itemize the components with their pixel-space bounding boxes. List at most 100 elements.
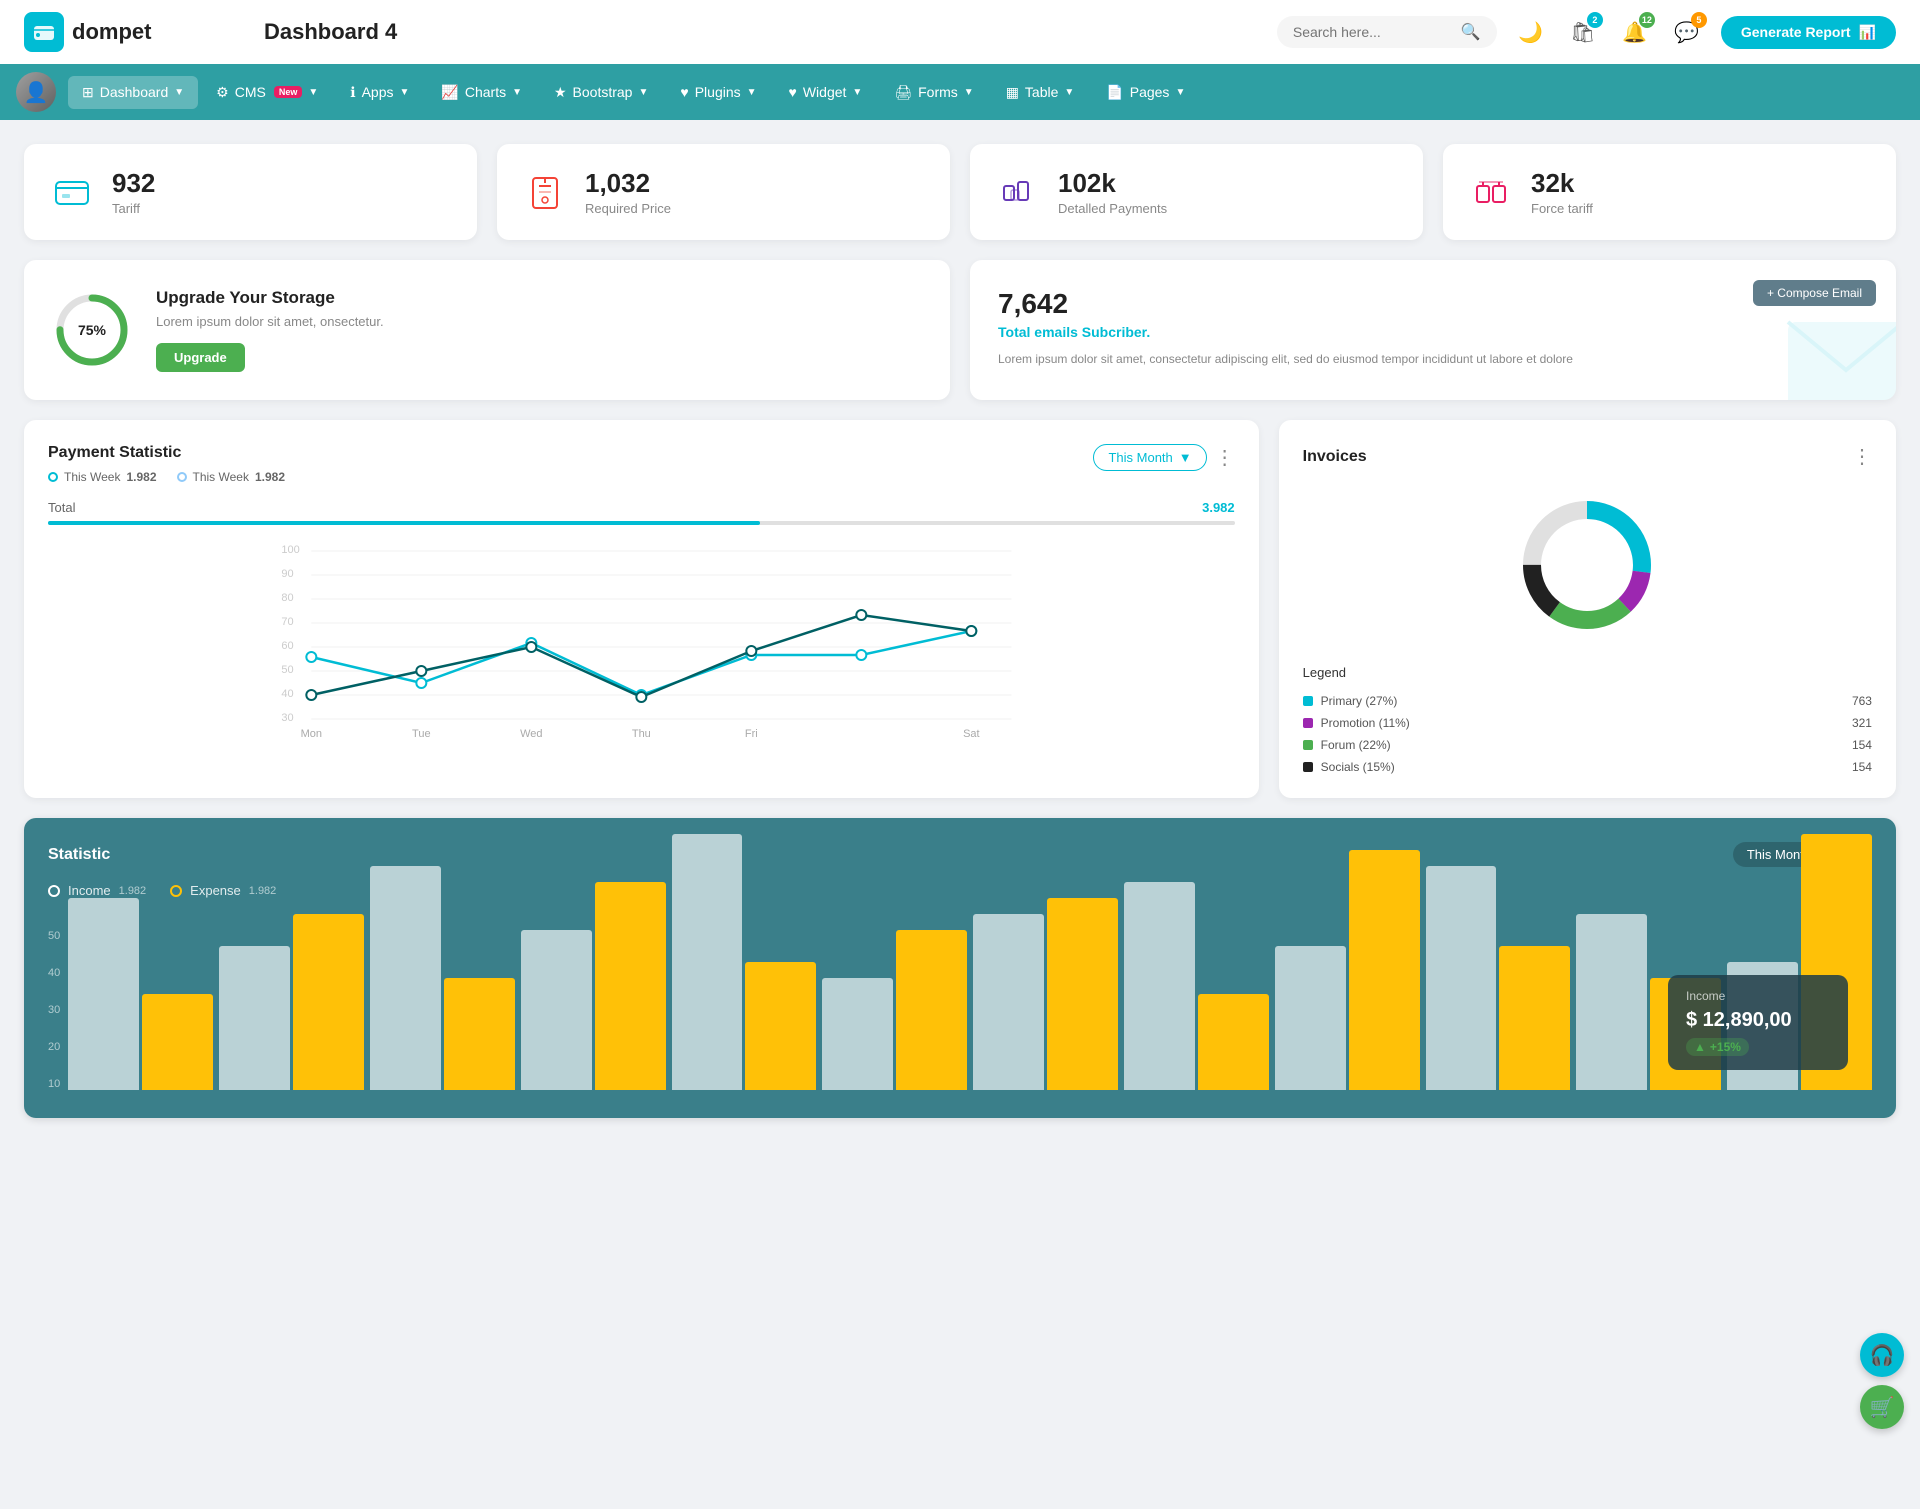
bell-icon[interactable]: 🔔 12 bbox=[1617, 14, 1653, 50]
widget-icon: ♥ bbox=[789, 84, 797, 100]
cms-icon: ⚙ bbox=[216, 84, 229, 101]
statistic-header: Statistic This Month ▼ ⋮ bbox=[48, 842, 1872, 867]
bar-group bbox=[370, 866, 515, 1090]
nav-item-widget[interactable]: ♥ Widget ▼ bbox=[775, 76, 877, 108]
bar-group bbox=[521, 882, 666, 1090]
payment-more-button[interactable]: ⋮ bbox=[1215, 445, 1235, 470]
total-value: 3.982 bbox=[1202, 500, 1235, 515]
nav-item-table[interactable]: ▦ Table ▼ bbox=[992, 76, 1089, 109]
nav-item-cms[interactable]: ⚙ CMS New ▼ bbox=[202, 76, 332, 109]
chevron-down-icon: ▼ bbox=[174, 87, 184, 98]
donut-chart bbox=[1303, 485, 1872, 645]
svg-text:Fri: Fri bbox=[745, 728, 758, 740]
payment-title: Payment Statistic bbox=[48, 444, 285, 462]
required-price-info: 1,032 Required Price bbox=[585, 168, 671, 216]
forms-icon: 🖨 bbox=[894, 84, 912, 101]
white-bar bbox=[973, 914, 1044, 1090]
svg-text:Thu: Thu bbox=[632, 728, 651, 740]
legend-primary: Primary (27%) 763 bbox=[1303, 694, 1872, 708]
legend-label-2: This Week bbox=[193, 470, 249, 484]
detailed-payments-label: Detalled Payments bbox=[1058, 201, 1167, 216]
white-bar bbox=[672, 834, 743, 1090]
total-bar bbox=[48, 521, 1235, 525]
nav-label-table: Table bbox=[1025, 84, 1058, 100]
table-icon: ▦ bbox=[1006, 84, 1019, 101]
white-bar bbox=[68, 898, 139, 1090]
bootstrap-icon: ★ bbox=[554, 84, 567, 101]
middle-row: 75% Upgrade Your Storage Lorem ipsum dol… bbox=[24, 260, 1896, 400]
chevron-down-icon-filter: ▼ bbox=[1179, 450, 1192, 465]
compose-email-button[interactable]: + Compose Email bbox=[1753, 280, 1876, 306]
svg-text:100: 100 bbox=[281, 544, 299, 556]
generate-report-button[interactable]: Generate Report 📊 bbox=[1721, 16, 1896, 49]
nav-item-charts[interactable]: 📈 Charts ▼ bbox=[427, 76, 536, 109]
bar-group bbox=[822, 930, 967, 1090]
chevron-down-icon-table: ▼ bbox=[1064, 87, 1074, 98]
circle-progress: 75% bbox=[52, 290, 132, 370]
user-avatar[interactable]: 👤 bbox=[16, 72, 56, 112]
promotion-color-dot bbox=[1303, 718, 1313, 728]
charts-icon: 📈 bbox=[441, 84, 458, 101]
white-bar bbox=[1576, 914, 1647, 1090]
y-label-40: 40 bbox=[48, 967, 60, 979]
legend-item-2: This Week 1.982 bbox=[177, 470, 286, 484]
search-input[interactable] bbox=[1293, 24, 1453, 40]
expense-legend-dot bbox=[170, 885, 182, 897]
donut-svg bbox=[1507, 485, 1667, 645]
income-legend-label: Income bbox=[68, 883, 111, 898]
y-label-50: 50 bbox=[48, 930, 60, 942]
chevron-down-icon-bootstrap: ▼ bbox=[638, 87, 648, 98]
primary-color-dot bbox=[1303, 696, 1313, 706]
apps-icon: ℹ bbox=[350, 84, 355, 101]
support-fab-button[interactable]: 🎧 bbox=[1860, 1333, 1904, 1377]
storage-description: Lorem ipsum dolor sit amet, onsectetur. bbox=[156, 314, 384, 329]
yellow-bar bbox=[1349, 850, 1420, 1090]
storage-card: 75% Upgrade Your Storage Lorem ipsum dol… bbox=[24, 260, 950, 400]
chevron-down-icon-cms: ▼ bbox=[308, 87, 318, 98]
svg-text:30: 30 bbox=[281, 712, 293, 724]
moon-icon[interactable]: 🌙 bbox=[1513, 14, 1549, 50]
nav-item-pages[interactable]: 📄 Pages ▼ bbox=[1092, 76, 1199, 109]
stat-card-required-price: 1,032 Required Price bbox=[497, 144, 950, 240]
legend-socials: Socials (15%) 154 bbox=[1303, 760, 1872, 774]
force-tariff-icon bbox=[1467, 168, 1515, 216]
chevron-down-icon-apps: ▼ bbox=[400, 87, 410, 98]
plugins-icon: ♥ bbox=[680, 84, 688, 100]
cart-fab-button[interactable]: 🛒 bbox=[1860, 1385, 1904, 1429]
expense-legend-value: 1.982 bbox=[249, 885, 277, 897]
tariff-info: 932 Tariff bbox=[112, 168, 155, 216]
this-month-filter-button[interactable]: This Month ▼ bbox=[1093, 444, 1206, 471]
email-subtitle: Total emails Subcriber. bbox=[998, 324, 1868, 340]
total-bar-fill bbox=[48, 521, 760, 525]
nav-label-forms: Forms bbox=[918, 84, 958, 100]
shop-badge: 2 bbox=[1587, 12, 1603, 28]
legend-dot-2 bbox=[177, 472, 187, 482]
chat-icon[interactable]: 💬 5 bbox=[1669, 14, 1705, 50]
nav-item-plugins[interactable]: ♥ Plugins ▼ bbox=[666, 76, 770, 108]
bell-badge: 12 bbox=[1639, 12, 1655, 28]
yellow-bar bbox=[896, 930, 967, 1090]
y-label-30: 30 bbox=[48, 1004, 60, 1016]
search-box[interactable]: 🔍 bbox=[1277, 16, 1497, 48]
line-chart-area: 100 90 80 70 60 50 40 30 bbox=[48, 541, 1235, 741]
required-price-icon bbox=[521, 168, 569, 216]
header-actions: 🔍 🌙 🛍 2 🔔 12 💬 5 Generate Report 📊 bbox=[1277, 14, 1896, 50]
nav-item-bootstrap[interactable]: ★ Bootstrap ▼ bbox=[540, 76, 662, 109]
nav-item-dashboard[interactable]: ⊞ Dashboard ▼ bbox=[68, 76, 198, 109]
upgrade-button[interactable]: Upgrade bbox=[156, 343, 245, 372]
y-label-10: 10 bbox=[48, 1078, 60, 1090]
white-bar bbox=[370, 866, 441, 1090]
income-panel-value: $ 12,890,00 bbox=[1686, 1009, 1830, 1032]
chevron-down-icon-widget: ▼ bbox=[852, 87, 862, 98]
forum-label: Forum (22%) bbox=[1321, 738, 1391, 752]
income-legend-dot bbox=[48, 885, 60, 897]
invoices-more-button[interactable]: ⋮ bbox=[1852, 444, 1872, 469]
header: dompet Dashboard 4 🔍 🌙 🛍 2 🔔 12 💬 5 Gene… bbox=[0, 0, 1920, 64]
y-label-20: 20 bbox=[48, 1041, 60, 1053]
nav-item-forms[interactable]: 🖨 Forms ▼ bbox=[880, 76, 987, 109]
payment-filter: This Month ▼ ⋮ bbox=[1093, 444, 1234, 471]
promotion-label: Promotion (11%) bbox=[1321, 716, 1410, 730]
shop-icon[interactable]: 🛍 2 bbox=[1565, 14, 1601, 50]
nav-item-apps[interactable]: ℹ Apps ▼ bbox=[336, 76, 423, 109]
nav-label-dashboard: Dashboard bbox=[100, 84, 169, 100]
